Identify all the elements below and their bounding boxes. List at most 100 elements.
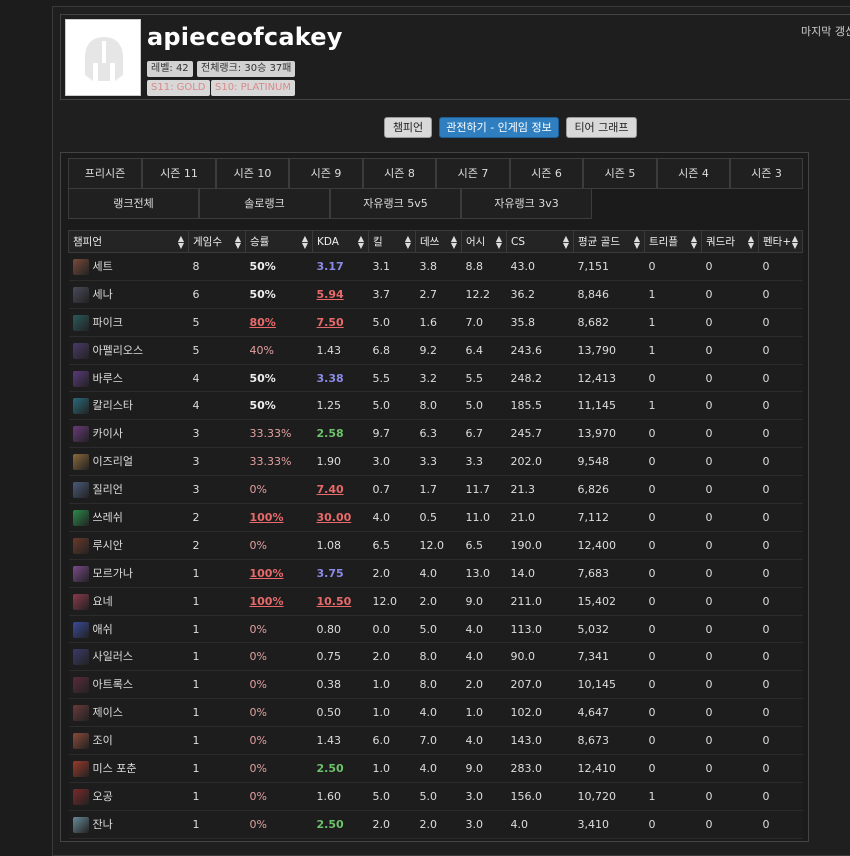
table-row[interactable]: 미스 포춘 1 0% 2.50 1.0 4.0 9.0 283.0 12,410 0 0 0 [68,754,803,783]
penta-cell: 0 [758,280,803,309]
table-row[interactable]: 칼리스타 4 50% 1.25 5.0 8.0 5.0 185.5 11,145 1 0 0 [68,391,803,421]
season-tab-10[interactable]: 시즌 10 [216,158,289,189]
triple-cell: 0 [644,364,702,393]
season-tab-9[interactable]: 시즌 9 [289,158,363,189]
triple-cell: 0 [644,726,702,756]
tab-champion[interactable]: 챔피언 [384,117,432,138]
kda-cell: 0.80 [312,615,369,644]
gold-cell: 7,151 [573,252,645,281]
kda-value: 0.75 [316,650,342,664]
wr-cell: 50% [245,364,313,393]
column-header[interactable]: 쿼드라 ▲ ▼ [701,230,759,253]
column-header[interactable]: 어시 ▲ ▼ [461,230,507,253]
cs-value: 245.7 [510,427,543,441]
table-row[interactable]: 세트 8 50% 3.17 3.1 3.8 8.8 43.0 7,151 0 0 0 [68,252,803,281]
gold-value: 12,400 [577,538,617,552]
gold-cell: 7,683 [573,559,645,588]
table-row[interactable]: 파이크 5 80% 7.50 5.0 1.6 7.0 35.8 8,682 1 0 0 [68,308,803,337]
rank-tab-flex5[interactable]: 자유랭크 5v5 [330,188,461,219]
a-cell: 6.7 [461,419,507,449]
season-tab-8[interactable]: 시즌 8 [363,158,436,189]
column-header[interactable]: 승률 ▲ ▼ [245,230,313,253]
table-row[interactable]: 잔나 1 0% 2.50 2.0 2.0 3.0 4.0 3,410 0 0 0 [68,810,803,839]
quadra-cell: 0 [701,531,759,560]
table-row[interactable]: 카이사 3 33.33% 2.58 9.7 6.3 6.7 245.7 13,970 0 0 0 [68,419,803,449]
cs-value: 14.0 [510,566,536,580]
a-cell: 12.2 [461,280,507,309]
season-tab-11[interactable]: 시즌 11 [142,158,216,189]
rank-tab-flex3[interactable]: 자유랭크 3v3 [461,188,592,219]
table-row[interactable]: 모르가나 1 100% 3.75 2.0 4.0 13.0 14.0 7,683 0 0 0 [68,559,803,588]
a-value: 1.0 [465,706,484,720]
season-tab-3[interactable]: 시즌 3 [730,158,803,189]
penta-value: 0 [762,538,770,552]
season-tab-4[interactable]: 시즌 4 [657,158,730,189]
wr-value: 0% [249,817,267,831]
penta-value: 0 [762,343,770,357]
column-header[interactable]: 펜타+ ▲ ▼ [758,230,803,253]
a-value: 13.0 [465,566,491,580]
wr-value: 0% [249,789,267,803]
quadra-cell: 0 [701,754,759,783]
games-cell: 3 [188,447,246,477]
table-row[interactable]: 조이 1 0% 1.43 6.0 7.0 4.0 143.0 8,673 0 0 0 [68,726,803,756]
champion-cell: 제이스 [68,698,189,728]
champion-portrait-icon [72,286,89,303]
tab-tier-graph[interactable]: 티어 그래프 [566,117,637,138]
gold-cell: 7,341 [573,642,645,672]
table-row[interactable]: 애쉬 1 0% 0.80 0.0 5.0 4.0 113.0 5,032 0 0 0 [68,615,803,644]
k-value: 6.0 [372,734,391,748]
column-header[interactable]: 트리플 ▲ ▼ [644,230,702,253]
d-value: 3.3 [419,455,438,469]
table-row[interactable]: 아펠리오스 5 40% 1.43 6.8 9.2 6.4 243.6 13,790 1 0 0 [68,336,803,365]
column-header[interactable]: 평균 골드 ▲ ▼ [573,230,645,253]
season-tab-5[interactable]: 시즌 5 [583,158,657,189]
triple-cell: 0 [644,419,702,449]
column-header[interactable]: CS ▲ ▼ [506,230,574,253]
season-tab-preseason[interactable]: 프리시즌 [68,158,142,189]
tab-spectate[interactable]: 관전하기 - 인게임 정보 [439,117,559,138]
champion-name: 요네 [92,594,113,608]
column-header[interactable]: 게임수 ▲ ▼ [188,230,246,253]
gold-cell: 5,032 [573,615,645,644]
table-row[interactable]: 요네 1 100% 10.50 12.0 2.0 9.0 211.0 15,402 0 0 0 [68,587,803,616]
rank-tab-solo[interactable]: 솔로랭크 [199,188,330,219]
column-header[interactable]: KDA ▲ ▼ [312,230,369,253]
penta-value: 0 [762,817,770,831]
season-tab-6[interactable]: 시즌 6 [510,158,583,189]
season-tab-7[interactable]: 시즌 7 [436,158,510,189]
table-row[interactable]: 세나 6 50% 5.94 3.7 2.7 12.2 36.2 8,846 1 0 0 [68,280,803,309]
games-value: 4 [192,371,200,385]
d-cell: 7.0 [415,726,462,756]
triple-cell: 0 [644,642,702,672]
gold-cell: 13,790 [573,336,645,365]
table-row[interactable]: 루시안 2 0% 1.08 6.5 12.0 6.5 190.0 12,400 0 0 0 [68,531,803,560]
games-cell: 1 [188,782,246,811]
triple-value: 0 [648,706,656,720]
table-row[interactable]: 아트록스 1 0% 0.38 1.0 8.0 2.0 207.0 10,145 0 0 0 [68,670,803,700]
cs-value: 243.6 [510,343,543,357]
table-row[interactable]: 바루스 4 50% 3.38 5.5 3.2 5.5 248.2 12,413 0 0 0 [68,364,803,393]
table-row[interactable]: 질리언 3 0% 7.40 0.7 1.7 11.7 21.3 6,826 0 0 0 [68,475,803,505]
games-value: 2 [192,510,200,524]
kda-value: 1.43 [316,343,342,357]
triple-value: 1 [648,287,656,301]
table-row[interactable]: 사일러스 1 0% 0.75 2.0 8.0 4.0 90.0 7,341 0 0 0 [68,642,803,672]
column-header[interactable]: 데쓰 ▲ ▼ [415,230,462,253]
column-header[interactable]: 킬 ▲ ▼ [368,230,416,253]
k-cell: 4.0 [368,503,416,532]
k-value: 2.0 [372,817,391,831]
a-cell: 9.0 [461,754,507,783]
rank-tab-all[interactable]: 랭크전체 [68,188,199,219]
table-row[interactable]: 이즈리얼 3 33.33% 1.90 3.0 3.3 3.3 202.0 9,548 0 0 0 [68,447,803,477]
table-row[interactable]: 제이스 1 0% 0.50 1.0 4.0 1.0 102.0 4,647 0 0 0 [68,698,803,728]
triple-value: 0 [648,455,656,469]
table-row[interactable]: 쓰레쉬 2 100% 30.00 4.0 0.5 11.0 21.0 7,112 0 0 0 [68,503,803,532]
games-value: 6 [192,287,200,301]
column-header[interactable]: 챔피언 ▲ ▼ [68,230,189,253]
triple-cell: 0 [644,698,702,728]
gold-value: 10,720 [577,789,617,803]
d-cell: 3.3 [415,447,462,477]
table-row[interactable]: 오공 1 0% 1.60 5.0 5.0 3.0 156.0 10,720 1 0 0 [68,782,803,811]
champion-portrait-icon [72,733,89,750]
